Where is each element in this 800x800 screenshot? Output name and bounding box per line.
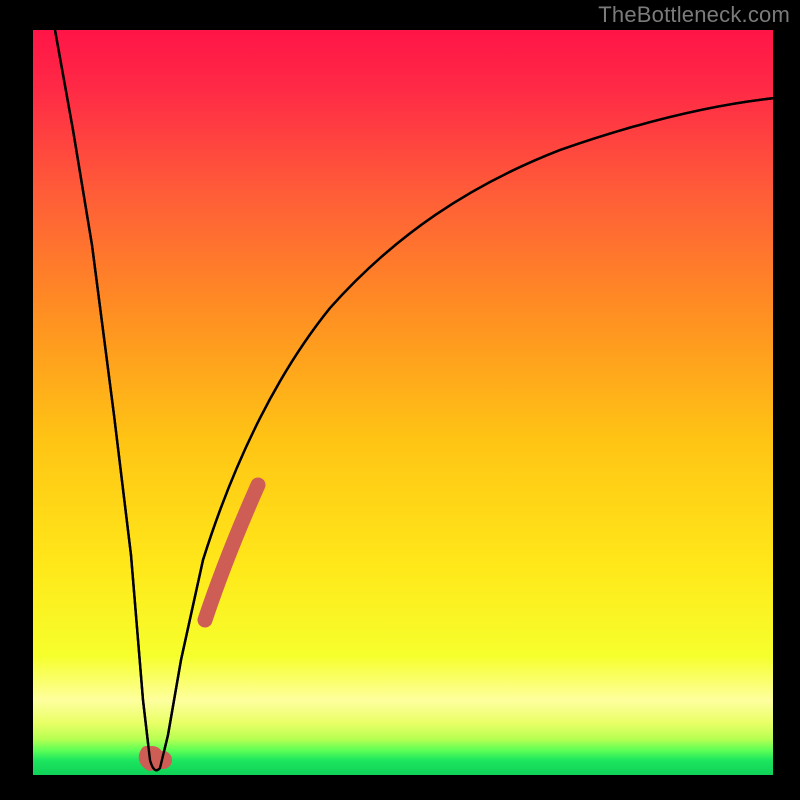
chart-frame: TheBottleneck.com [0, 0, 800, 800]
chart-svg [0, 0, 800, 800]
watermark-text: TheBottleneck.com [598, 2, 790, 28]
plot-background [33, 30, 773, 775]
